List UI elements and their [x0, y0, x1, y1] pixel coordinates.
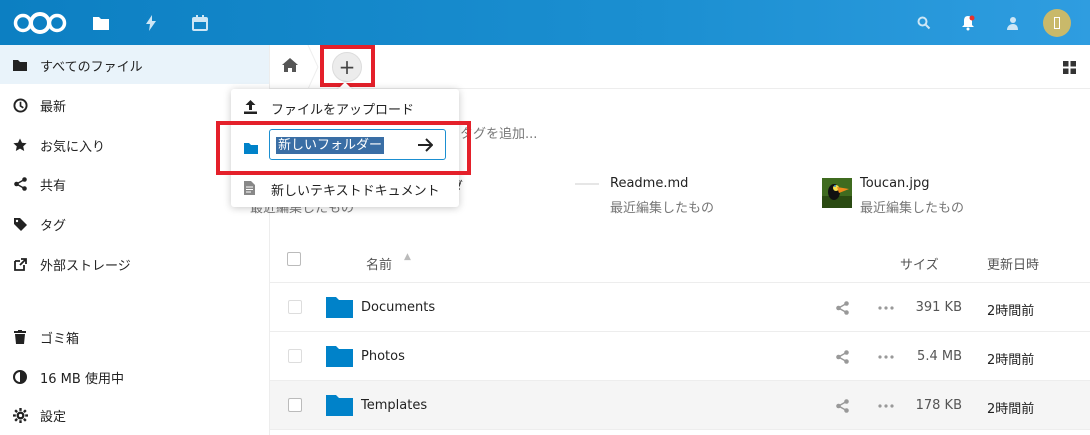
user-avatar-icon [1043, 8, 1071, 37]
calendar-icon[interactable] [188, 0, 212, 45]
files-icon[interactable] [88, 0, 114, 45]
file-modified: 2時間前 [987, 353, 1035, 368]
sidebar-item-quota: 16 MB 使用中 [0, 357, 269, 396]
table-row[interactable]: Photos 5.4 MB 2時間前 [270, 332, 1090, 381]
file-size: 178 KB [915, 398, 962, 413]
menu-item-upload[interactable]: ファイルをアップロード [231, 89, 459, 125]
sidebar-item-all-files[interactable]: すべてのファイル [0, 45, 269, 84]
table-row[interactable]: Templates 178 KB 2時間前 [270, 381, 1090, 430]
folder-icon [326, 345, 353, 367]
tag-hint[interactable]: タグを追加... [460, 123, 537, 142]
notifications-icon[interactable] [957, 0, 979, 45]
row-checkbox[interactable] [288, 349, 302, 363]
sidebar-item-settings[interactable]: 設定 [0, 395, 269, 434]
highlight-box-new-button [320, 45, 375, 87]
folder-icon [326, 296, 353, 318]
top-header [0, 0, 1090, 45]
quota-icon [12, 369, 28, 385]
column-header-size[interactable]: サイズ [900, 254, 939, 273]
sidebar-item-label: お気に入り [40, 140, 106, 155]
contacts-icon[interactable] [1001, 0, 1023, 45]
sidebar-item-label: ゴミ箱 [40, 332, 80, 347]
sort-asc-icon: ▲ [404, 252, 411, 262]
highlight-box-new-folder [216, 121, 471, 175]
file-name[interactable]: Documents [361, 300, 435, 315]
external-link-icon [12, 256, 28, 272]
star-icon [12, 137, 28, 153]
avatar[interactable] [1043, 0, 1071, 45]
sidebar-item-label: 16 MB 使用中 [40, 372, 124, 387]
sidebar-item-label: すべてのファイル [40, 60, 143, 75]
folder-icon [326, 394, 353, 416]
share-icon[interactable] [836, 349, 850, 364]
row-checkbox[interactable] [288, 300, 302, 314]
app-navigation: すべてのファイル 最新 お気に入り 共有 タグ 外部ストレージ ゴミ箱 16 M… [0, 45, 270, 435]
file-table-header: 名前 ▲ サイズ 更新日時 [270, 239, 1090, 283]
sidebar-item-trash[interactable]: ゴミ箱 [0, 317, 269, 356]
text-document-icon [244, 181, 258, 195]
sidebar-item-label: 外部ストレージ [40, 259, 131, 274]
text-file-icon [572, 178, 602, 208]
sidebar-item-label: 最新 [40, 100, 67, 115]
controls-bar: + [270, 44, 1090, 90]
folder-icon [12, 57, 28, 73]
share-icon [12, 176, 28, 192]
select-all-checkbox[interactable] [287, 252, 301, 266]
tag-icon [12, 216, 28, 232]
recent-item-subtitle: 最近編集したもの [610, 201, 715, 216]
sidebar-item-label: 共有 [40, 179, 67, 194]
column-header-name[interactable]: 名前 [366, 254, 392, 273]
upload-icon [244, 100, 258, 114]
toucan-thumbnail-icon [822, 178, 852, 208]
trash-icon [12, 329, 28, 345]
file-size: 391 KB [915, 300, 962, 315]
table-row[interactable]: Documents 391 KB 2時間前 [270, 283, 1090, 332]
recent-item-name: Readme.md [610, 176, 689, 191]
home-icon[interactable] [282, 57, 300, 75]
file-name[interactable]: Templates [361, 398, 427, 413]
sidebar-item-recent[interactable]: 最新 [0, 85, 269, 124]
recent-item-name: Toucan.jpg [860, 176, 930, 191]
breadcrumb-separator-icon [306, 44, 320, 90]
sidebar-item-external-storage[interactable]: 外部ストレージ [0, 244, 269, 283]
file-size: 5.4 MB [917, 349, 962, 364]
share-icon[interactable] [836, 300, 850, 315]
gear-icon [12, 407, 28, 423]
clock-icon [12, 97, 28, 113]
share-icon[interactable] [836, 398, 850, 413]
row-checkbox[interactable] [288, 398, 302, 412]
grid-view-icon[interactable] [1063, 59, 1077, 74]
nextcloud-logo-icon[interactable] [10, 0, 70, 45]
recent-item-subtitle: 最近編集したもの [860, 201, 965, 216]
menu-item-new-text-document[interactable]: 新しいテキストドキュメント [231, 171, 459, 207]
file-modified: 2時間前 [987, 402, 1035, 417]
menu-item-label: ファイルをアップロード [271, 103, 415, 118]
activity-icon[interactable] [140, 0, 162, 45]
sidebar-item-label: 設定 [40, 410, 67, 425]
file-name[interactable]: Photos [361, 349, 405, 364]
sidebar-item-label: タグ [40, 219, 67, 234]
sidebar-item-tags[interactable]: タグ [0, 204, 269, 243]
column-header-modified[interactable]: 更新日時 [987, 254, 1039, 273]
file-modified: 2時間前 [987, 304, 1035, 319]
search-icon[interactable] [913, 0, 935, 45]
menu-item-label: 新しいテキストドキュメント [271, 184, 440, 199]
